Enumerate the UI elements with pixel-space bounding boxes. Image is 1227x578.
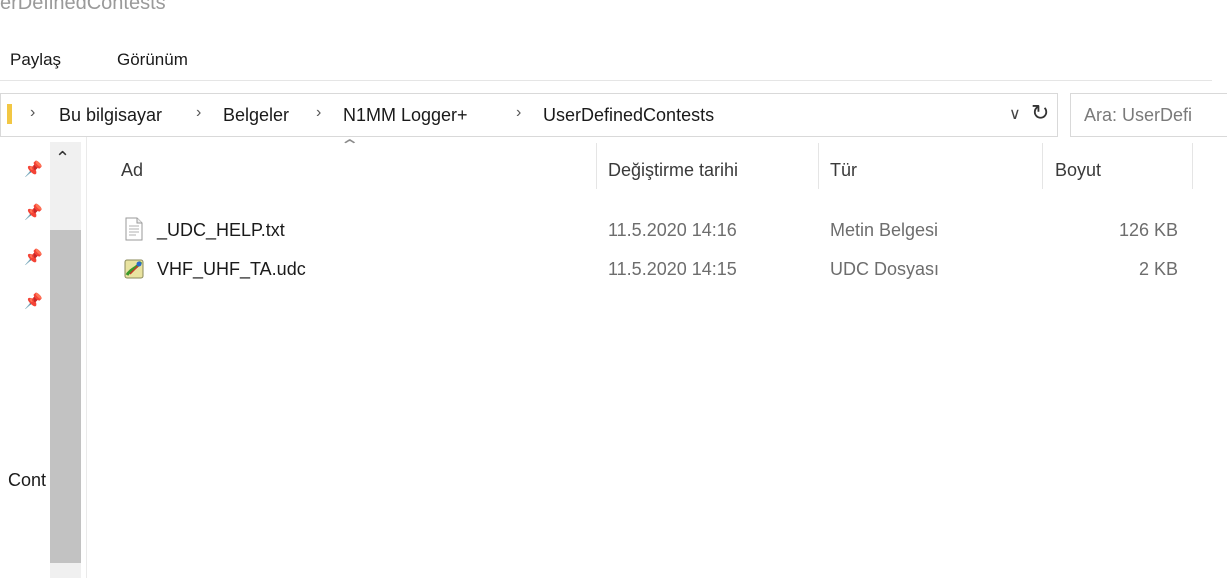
file-size: 126 KB xyxy=(1118,220,1178,240)
breadcrumb-separator-icon[interactable]: › xyxy=(316,104,321,122)
file-type: Metin Belgesi xyxy=(830,220,939,240)
pin-icon[interactable]: 📌 xyxy=(24,248,43,266)
file-date: 11.5.2020 14:15 xyxy=(608,259,737,279)
pin-icon[interactable]: 📌 xyxy=(24,292,43,310)
file-row[interactable]: VHF_UHF_TA.udc 11.5.2020 14:15 UDC Dosya… xyxy=(100,252,1210,286)
ribbon-tab-view[interactable]: Görünüm xyxy=(117,50,188,70)
text-file-icon xyxy=(125,217,143,241)
column-divider[interactable] xyxy=(1042,143,1043,189)
file-name[interactable]: VHF_UHF_TA.udc xyxy=(157,259,306,280)
breadcrumb-documents[interactable]: Belgeler xyxy=(223,105,289,126)
search-box[interactable]: Ara: UserDefi xyxy=(1070,93,1227,137)
breadcrumb-current-folder[interactable]: UserDefinedContests xyxy=(543,105,714,126)
address-bar[interactable]: › Bu bilgisayar › Belgeler › N1MM Logger… xyxy=(0,93,1058,137)
column-divider[interactable] xyxy=(818,143,819,189)
column-header-size[interactable]: Boyut xyxy=(1055,160,1101,181)
file-type: UDC Dosyası xyxy=(830,259,940,279)
breadcrumb-n1mm[interactable]: N1MM Logger+ xyxy=(343,105,468,126)
breadcrumb-separator-icon[interactable]: › xyxy=(30,104,35,122)
file-date: 11.5.2020 14:16 xyxy=(608,220,737,240)
pane-divider xyxy=(86,137,87,578)
chevron-down-icon[interactable]: ∨ xyxy=(1009,104,1021,124)
search-input[interactable]: Ara: UserDefi xyxy=(1084,105,1192,126)
column-header-date[interactable]: Değiştirme tarihi xyxy=(608,160,738,181)
nav-scrollbar-thumb[interactable] xyxy=(50,230,81,563)
breadcrumb-separator-icon[interactable]: › xyxy=(196,104,201,122)
pin-icon[interactable]: 📌 xyxy=(24,203,43,221)
folder-icon xyxy=(7,104,12,124)
nav-item-label[interactable]: Cont xyxy=(8,470,46,491)
scroll-up-icon[interactable]: ⌃ xyxy=(55,148,70,169)
column-divider[interactable] xyxy=(596,143,597,189)
file-name[interactable]: _UDC_HELP.txt xyxy=(157,220,285,241)
ribbon: Paylaş Görünüm xyxy=(0,38,1227,82)
file-row[interactable]: _UDC_HELP.txt 11.5.2020 14:16 Metin Belg… xyxy=(100,213,1210,247)
sort-ascending-icon: ⌃ xyxy=(338,138,361,155)
pin-icon[interactable]: 📌 xyxy=(24,160,43,178)
window-title: erDefinedContests xyxy=(0,0,166,14)
column-divider[interactable] xyxy=(1192,143,1193,189)
ribbon-tab-share[interactable]: Paylaş xyxy=(10,50,61,70)
udc-file-icon xyxy=(124,259,144,279)
breadcrumb-this-pc[interactable]: Bu bilgisayar xyxy=(59,105,162,126)
file-size: 2 KB xyxy=(1138,259,1178,279)
breadcrumb-separator-icon[interactable]: › xyxy=(516,104,521,122)
refresh-icon[interactable]: ↻ xyxy=(1031,100,1049,126)
column-header-name[interactable]: Ad xyxy=(121,160,143,181)
column-header-type[interactable]: Tür xyxy=(830,160,857,181)
ribbon-divider xyxy=(0,80,1212,81)
